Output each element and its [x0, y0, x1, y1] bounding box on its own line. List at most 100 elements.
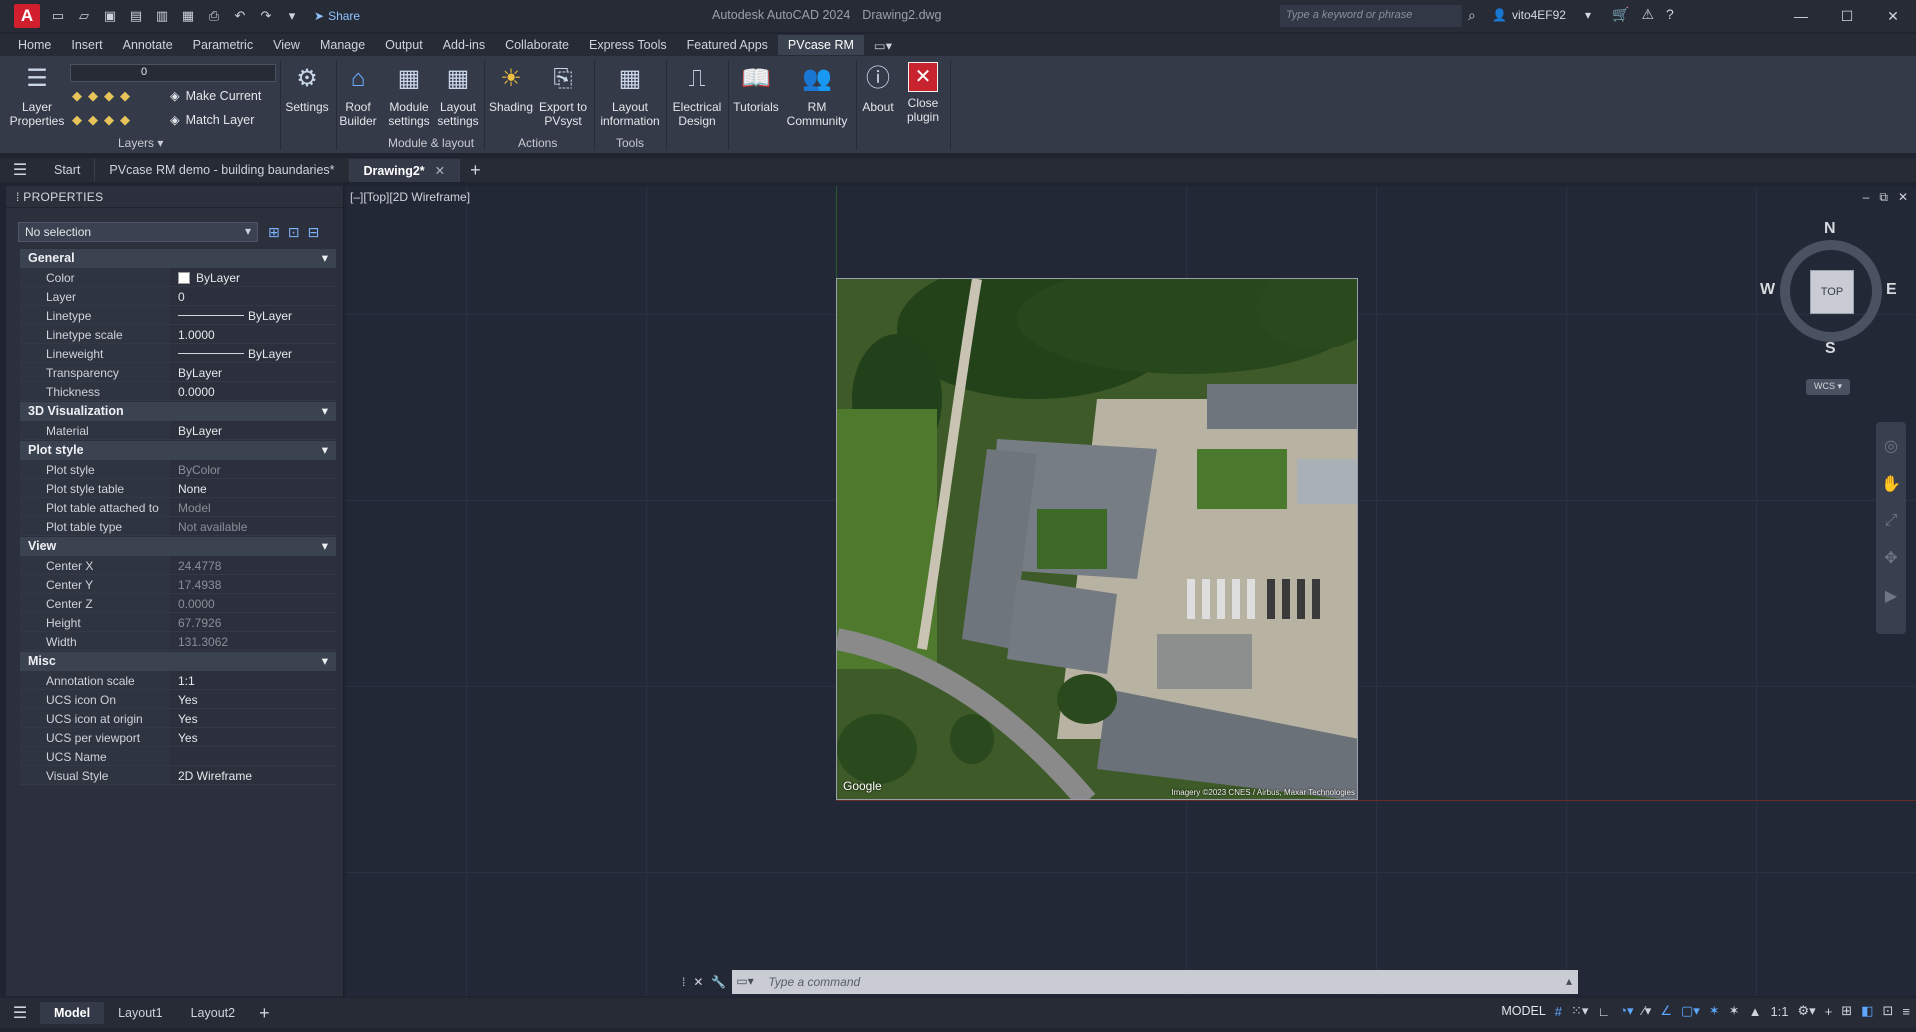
tab-drawing2[interactable]: Drawing2* ✕: [349, 158, 461, 182]
compass-east[interactable]: E: [1886, 281, 1897, 299]
command-grip-icon[interactable]: ⁞: [682, 975, 685, 989]
property-value[interactable]: ByLayer: [170, 421, 336, 439]
property-row[interactable]: UCS icon On Yes: [20, 690, 336, 709]
property-value[interactable]: ByLayer: [170, 344, 336, 362]
property-row[interactable]: Color ByLayer: [20, 268, 336, 287]
object-snap-tracking-icon[interactable]: ∠: [1660, 1003, 1672, 1019]
tab-layout1[interactable]: Layout1: [104, 1002, 176, 1024]
print-icon[interactable]: ⎙: [204, 6, 224, 26]
property-value[interactable]: ByLayer: [170, 306, 336, 324]
viewport-close-icon[interactable]: ✕: [1898, 190, 1908, 205]
tutorials-button[interactable]: 📖 Tutorials: [730, 62, 782, 115]
close-tab-icon[interactable]: ✕: [435, 164, 445, 178]
category-plot-style[interactable]: Plot style: [20, 441, 336, 460]
units-icon[interactable]: ⊞: [1841, 1003, 1852, 1019]
pan-hand-icon[interactable]: ✋: [1881, 474, 1901, 494]
snap-icon[interactable]: ⁙▾: [1571, 1003, 1588, 1019]
layer-lock-icon[interactable]: ◆: [120, 88, 130, 104]
property-row[interactable]: Material ByLayer: [20, 421, 336, 440]
autocad-logo-icon[interactable]: A: [14, 4, 40, 28]
new-file-icon[interactable]: ▭: [48, 6, 68, 26]
close-plugin-button[interactable]: ✕ Close plugin: [900, 62, 946, 124]
web-save-icon[interactable]: ▥: [152, 6, 172, 26]
export-pvsyst-button[interactable]: ⎘ Export to PVsyst: [536, 62, 590, 129]
annotation-visibility-icon[interactable]: ✶: [1709, 1003, 1720, 1019]
category-3d-visualization[interactable]: 3D Visualization: [20, 402, 336, 421]
viewport-restore-icon[interactable]: ⧉: [1879, 190, 1888, 205]
property-value[interactable]: None: [170, 479, 336, 497]
property-value[interactable]: 1:1: [170, 671, 336, 689]
autodesk-app-icon[interactable]: ⚠: [1641, 6, 1654, 23]
rm-community-button[interactable]: 👥 RM Community: [782, 62, 852, 129]
property-row[interactable]: Annotation scale 1:1: [20, 671, 336, 690]
category-view[interactable]: View: [20, 537, 336, 556]
property-value[interactable]: Yes: [170, 709, 336, 727]
viewcube-top-face[interactable]: TOP: [1810, 270, 1854, 314]
command-input[interactable]: Type a command: [732, 970, 1578, 994]
command-customize-icon[interactable]: 🔧: [711, 975, 726, 989]
settings-button[interactable]: ⚙ Settings: [282, 62, 332, 115]
tab-manage[interactable]: Manage: [310, 35, 375, 55]
quick-properties-icon[interactable]: ◧: [1861, 1003, 1873, 1019]
new-layout-icon[interactable]: +: [249, 1003, 280, 1024]
wcs-menu[interactable]: WCS ▾: [1806, 379, 1850, 395]
select-objects-icon[interactable]: ⊡: [288, 224, 300, 241]
layer-freeze-icon[interactable]: ◆: [88, 88, 98, 104]
about-button[interactable]: ⓘ About: [858, 62, 898, 115]
layer-properties-button[interactable]: ☰ Layer Properties: [8, 62, 66, 129]
layout-information-button[interactable]: ▦ Layout information: [596, 62, 664, 129]
property-row[interactable]: UCS Name: [20, 747, 336, 766]
redo-icon[interactable]: ↷: [256, 6, 276, 26]
roof-builder-button[interactable]: ⌂ Roof Builder: [336, 62, 380, 129]
property-row[interactable]: Thickness 0.0000: [20, 382, 336, 401]
viewport-minimize-icon[interactable]: –: [1863, 190, 1870, 205]
workspace-gear-icon[interactable]: ⚙▾: [1798, 1003, 1816, 1019]
help-icon[interactable]: ?: [1666, 6, 1674, 23]
property-row[interactable]: Linetype ByLayer: [20, 306, 336, 325]
toggle-pickadd-icon[interactable]: ⊞: [268, 224, 280, 241]
qat-dropdown-icon[interactable]: ▾: [282, 6, 302, 26]
customization-icon[interactable]: ≡: [1902, 1004, 1910, 1019]
tab-view[interactable]: View: [263, 35, 310, 55]
undo-icon[interactable]: ↶: [230, 6, 250, 26]
property-row[interactable]: UCS per viewport Yes: [20, 728, 336, 747]
zoom-extents-icon[interactable]: ⤢: [1885, 512, 1898, 530]
search-icon[interactable]: ⌕: [1468, 7, 1486, 25]
property-value[interactable]: 1.0000: [170, 325, 336, 343]
selection-dropdown[interactable]: No selection: [18, 222, 258, 242]
layer-delete-icon[interactable]: ◆: [120, 112, 130, 128]
property-row[interactable]: Layer 0: [20, 287, 336, 306]
viewport-controls-label[interactable]: [–][Top][2D Wireframe]: [350, 190, 470, 204]
save-as-icon[interactable]: ▤: [126, 6, 146, 26]
tab-insert[interactable]: Insert: [61, 35, 112, 55]
orbit-icon[interactable]: ✥: [1884, 548, 1897, 568]
property-row[interactable]: Visual Style 2D Wireframe: [20, 766, 336, 785]
property-value[interactable]: Yes: [170, 690, 336, 708]
category-misc[interactable]: Misc: [20, 652, 336, 671]
compass-south[interactable]: S: [1825, 340, 1836, 358]
tab-home[interactable]: Home: [8, 35, 61, 55]
tab-express-tools[interactable]: Express Tools: [579, 35, 677, 55]
tab-parametric[interactable]: Parametric: [183, 35, 263, 55]
maximize-icon[interactable]: ☐: [1824, 0, 1870, 32]
steering-wheel-icon[interactable]: ◎: [1884, 436, 1898, 456]
quick-select-icon[interactable]: ⊟: [307, 224, 319, 241]
tab-featured-apps[interactable]: Featured Apps: [677, 35, 778, 55]
layer-walk-icon[interactable]: ◆: [88, 112, 98, 128]
open-folder-icon[interactable]: ▱: [74, 6, 94, 26]
property-value[interactable]: 2D Wireframe: [170, 766, 336, 784]
property-row[interactable]: Linetype scale 1.0000: [20, 325, 336, 344]
property-value[interactable]: ByLayer: [170, 363, 336, 381]
viewcube[interactable]: TOP N S E W: [1760, 220, 1897, 358]
tab-layout2[interactable]: Layout2: [177, 1002, 249, 1024]
plot-icon[interactable]: ▦: [178, 6, 198, 26]
tab-annotate[interactable]: Annotate: [113, 35, 183, 55]
new-tab-icon[interactable]: +: [460, 160, 491, 181]
help-search-input[interactable]: Type a keyword or phrase: [1280, 5, 1462, 27]
layer-previous-icon[interactable]: ◆: [72, 112, 82, 128]
tab-start[interactable]: Start: [40, 159, 96, 181]
electrical-design-button[interactable]: ⎍ Electrical Design: [668, 62, 726, 129]
ortho-icon[interactable]: ∟: [1597, 1004, 1610, 1019]
layer-dropdown[interactable]: 0: [70, 64, 276, 82]
object-snap-icon[interactable]: ▢▾: [1681, 1003, 1700, 1019]
